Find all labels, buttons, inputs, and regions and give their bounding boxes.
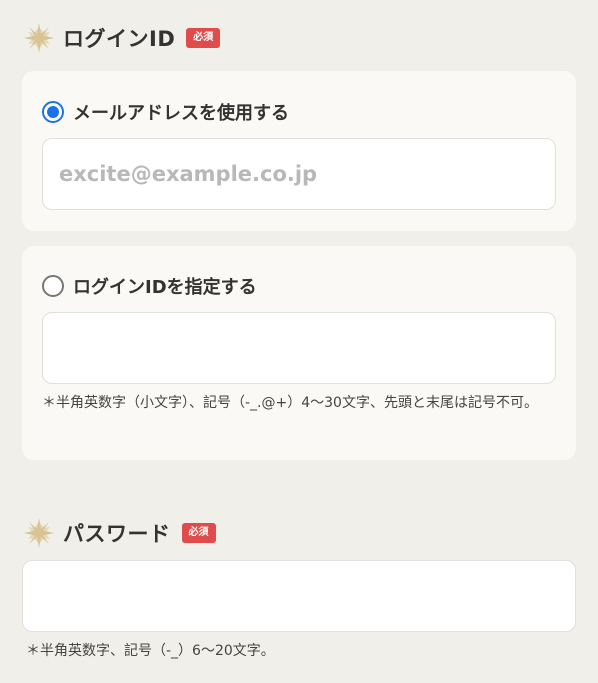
password-header: パスワード 必須 — [24, 518, 216, 548]
custom-id-note: ＊半角英数字（小文字）、記号（-_.@+）4〜30文字、先頭と末尾は記号不可。 — [42, 395, 538, 411]
login-id-title: ログインID — [63, 27, 176, 51]
custom-id-option-label: ログインIDを指定する — [73, 277, 257, 298]
required-badge: 必須 — [181, 523, 216, 543]
password-note: ＊半角英数字、記号（-_）6〜20文字。 — [26, 643, 275, 659]
custom-id-option-row[interactable]: ログインIDを指定する — [42, 273, 257, 299]
email-option-radio[interactable] — [42, 101, 64, 123]
email-input[interactable] — [42, 138, 556, 210]
sparkle-burst-icon — [24, 23, 54, 53]
required-badge: 必須 — [186, 28, 221, 48]
custom-id-input[interactable] — [42, 312, 556, 384]
custom-id-option-radio[interactable] — [42, 275, 64, 297]
password-title: パスワード — [63, 522, 171, 546]
login-id-header: ログインID 必須 — [24, 23, 221, 53]
email-option-row[interactable]: メールアドレスを使用する — [42, 99, 289, 125]
email-option-label: メールアドレスを使用する — [73, 103, 289, 124]
password-input[interactable] — [22, 560, 576, 632]
custom-id-option-card: ログインIDを指定する ＊半角英数字（小文字）、記号（-_.@+）4〜30文字、… — [22, 246, 576, 460]
sparkle-burst-icon — [24, 518, 54, 548]
email-option-card: メールアドレスを使用する — [22, 71, 576, 231]
